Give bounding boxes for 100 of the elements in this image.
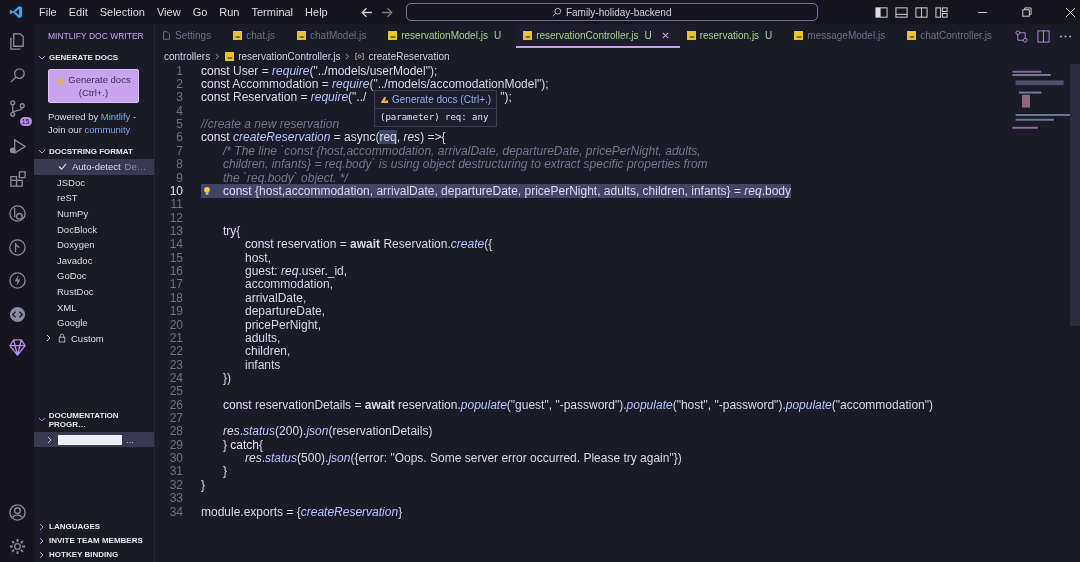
- code-line: pricePerNight,: [244, 317, 322, 332]
- code-line: const reservation = await Reservation.create({: [244, 237, 493, 252]
- code-line: departureDate,: [244, 304, 326, 319]
- format-option[interactable]: NumPy: [34, 205, 154, 222]
- format-option[interactable]: Javadoc: [34, 252, 154, 269]
- line-number: 24: [168, 370, 183, 385]
- code-line: const Reservation = require("../: [201, 90, 367, 105]
- line-number: 32: [168, 477, 183, 492]
- menu-item[interactable]: Terminal: [245, 6, 300, 18]
- line-number: 12: [168, 210, 183, 225]
- section-header[interactable]: HOTKEY BINDING: [34, 548, 154, 562]
- line-number: 7: [175, 143, 183, 158]
- code-line: }: [222, 464, 227, 479]
- section-header[interactable]: DOCUMENTATION PROGR…: [34, 408, 154, 433]
- command-center[interactable]: Family-holiday-backend: [405, 3, 818, 21]
- line-number: 18: [168, 290, 183, 305]
- line-number: 34: [168, 504, 183, 519]
- breadcrumb-item[interactable]: controllers: [164, 50, 211, 62]
- line-number: 20: [168, 317, 183, 332]
- line-number: 27: [168, 411, 183, 426]
- section-header[interactable]: DOCSTRING FORMAT: [34, 144, 154, 159]
- format-option[interactable]: Custom: [34, 330, 154, 347]
- format-option[interactable]: Auto-detect De…: [34, 159, 154, 175]
- line-number: 19: [168, 304, 183, 319]
- code-line: ");: [500, 90, 512, 105]
- line-number: 23: [168, 357, 183, 372]
- section-header[interactable]: INVITE TEAM MEMBERS: [34, 534, 154, 548]
- progress-item[interactable]: ...: [34, 432, 154, 448]
- code-line: arrivalDate,: [244, 290, 307, 305]
- editor-tab[interactable]: Settings: [155, 24, 227, 48]
- line-number: 33: [168, 491, 183, 506]
- line-number: 4: [175, 103, 183, 118]
- format-option[interactable]: Doxygen: [34, 236, 154, 253]
- sidebar-title: MINTLIFY DOC WRITER: [47, 30, 145, 43]
- generate-docs-link[interactable]: Generate docs (Ctrl+.): [392, 94, 492, 105]
- code-line: } catch{: [222, 437, 264, 452]
- menu-item[interactable]: File: [33, 6, 63, 18]
- powered-by-text: Powered by Mintlify - Join our community: [48, 110, 138, 136]
- code-line: adults,: [244, 330, 281, 345]
- code-line: /* The line `const {host,accommodation, arrivalDate, departureDate, pricePerNight, adults,: [221, 143, 701, 158]
- breadcrumb-item[interactable]: createReservation: [368, 50, 450, 62]
- line-number: 21: [168, 330, 183, 345]
- line-number: 2: [175, 77, 183, 92]
- section-header[interactable]: GENERATE DOCS: [34, 50, 154, 65]
- editor-tab[interactable]: chat.js: [226, 24, 291, 48]
- code-line: host,: [244, 250, 271, 265]
- line-number: 16: [168, 264, 183, 279]
- code-line: children,: [244, 344, 291, 359]
- code-line: const createReservation = async(req, res) =>{: [201, 130, 446, 145]
- format-option[interactable]: XML: [34, 299, 154, 315]
- code-line: }): [222, 370, 231, 385]
- mintlify-link[interactable]: Mintlify: [100, 111, 131, 122]
- line-number: 13: [168, 224, 183, 238]
- code-line: //create a new reservation: [201, 117, 340, 132]
- code-line: const reservationDetails = await reservation.populate("guest", "-password").populate("host", "-password").populate("accommodation"): [222, 397, 933, 412]
- editor-tab[interactable]: reservation.js U: [679, 24, 788, 48]
- line-number: 11: [169, 197, 183, 212]
- line-number: 22: [168, 344, 183, 359]
- line-number: 15: [168, 250, 183, 265]
- format-option[interactable]: reST: [34, 190, 154, 206]
- community-link[interactable]: community: [84, 124, 131, 135]
- line-number: 17: [168, 277, 183, 292]
- menu-item[interactable]: Run: [213, 6, 246, 18]
- editor-tab[interactable]: messageModel.js: [787, 24, 901, 48]
- line-number: 1: [175, 63, 183, 78]
- code-line: children, infants} = req.body` is using object destructuring to extract specific properties from: [222, 157, 708, 172]
- type-signature: (parameter) req: any: [379, 111, 490, 124]
- line-number: 26: [168, 397, 183, 412]
- line-number: 14: [168, 237, 183, 252]
- line-number: 3: [175, 90, 183, 105]
- line-number: 5: [175, 117, 183, 132]
- line-number: 10: [168, 183, 183, 198]
- generate-docs-button[interactable]: Generate docs (Ctrl+.): [48, 69, 139, 103]
- menu-item[interactable]: Help: [299, 6, 334, 18]
- menu-item[interactable]: Go: [186, 6, 214, 18]
- line-number: 28: [168, 424, 183, 439]
- format-option[interactable]: Google: [34, 314, 154, 331]
- code-line: res.status(200).json(reservationDetails): [222, 424, 433, 439]
- code-line: infants: [244, 357, 281, 372]
- editor-tab[interactable]: chatController.js: [900, 24, 1007, 48]
- line-number: 29: [168, 437, 183, 452]
- line-number: 6: [175, 130, 183, 145]
- format-option[interactable]: DocBlock: [34, 221, 154, 237]
- line-number: 31: [168, 464, 183, 479]
- line-number: 8: [175, 157, 183, 172]
- breadcrumb-item[interactable]: reservationController.js: [238, 50, 341, 62]
- format-option[interactable]: RustDoc: [34, 283, 154, 300]
- editor-tab[interactable]: reservationController.js U: [516, 24, 680, 48]
- code-line: the `req.body` object. */: [222, 170, 348, 185]
- menu-item[interactable]: Edit: [62, 6, 94, 18]
- format-option[interactable]: GoDoc: [34, 268, 154, 284]
- code-line: guest: req.user._id,: [244, 264, 348, 279]
- menu-item[interactable]: View: [150, 6, 187, 18]
- editor-tab[interactable]: reservationModel.js U: [381, 24, 517, 48]
- section-header[interactable]: LANGUAGES: [34, 520, 154, 534]
- format-option[interactable]: JSDoc: [34, 174, 154, 191]
- code-line: }: [201, 477, 205, 492]
- line-number: 25: [168, 384, 183, 399]
- menu-item[interactable]: Selection: [93, 6, 151, 18]
- editor-tab[interactable]: chatModel.js: [290, 24, 382, 48]
